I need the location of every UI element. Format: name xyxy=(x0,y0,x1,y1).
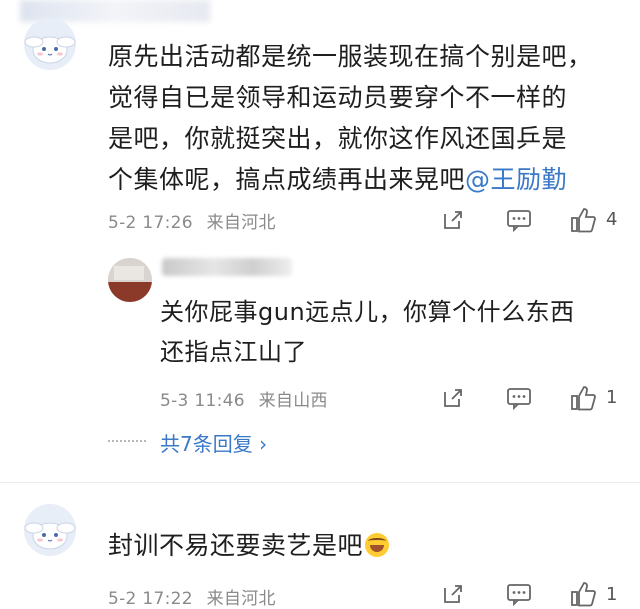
reply-avatar-image xyxy=(108,258,152,302)
reply-text-line: 关你屁事gun远点儿，你算个什么东西 xyxy=(160,298,575,326)
comment-text-line: 原先出活动都是统一服装现在搞个别是吧， xyxy=(108,42,593,71)
share-icon[interactable] xyxy=(441,386,465,410)
blurred-username xyxy=(162,258,292,276)
thumbs-up-icon[interactable] xyxy=(570,206,598,234)
reply-meta: 5-3 11:46 来自山西 xyxy=(160,386,328,411)
comment-date: 5-2 17:22 xyxy=(108,589,193,609)
comment-location: 来自河北 xyxy=(206,589,276,609)
avatar[interactable] xyxy=(24,504,76,556)
thumbs-up-icon[interactable] xyxy=(570,384,598,412)
comment-location: 来自河北 xyxy=(206,213,276,233)
comment-icon[interactable] xyxy=(506,386,532,410)
user-mention-link[interactable]: @王励勤 xyxy=(465,165,567,194)
comment-date: 5-2 17:26 xyxy=(108,213,193,233)
avatar[interactable] xyxy=(108,258,152,302)
more-replies-link[interactable]: 共7条回复 › xyxy=(160,428,267,457)
comment-text-line: 个集体呢，搞点成绩再出来晃吧@王励勤 xyxy=(108,159,593,200)
like-count: 1 xyxy=(606,584,618,605)
comment-meta: 5-2 17:22 来自河北 xyxy=(108,584,276,609)
comment-text-line: 是吧，你就挺突出，就你这作风还国乒是 xyxy=(108,124,568,153)
comment-text: 封训不易还要卖艺是吧 xyxy=(108,525,390,566)
like-count: 4 xyxy=(606,209,618,230)
avatar[interactable] xyxy=(24,18,76,70)
reply-text-line: 还指点江山了 xyxy=(160,338,307,366)
cinnamoroll-avatar-image xyxy=(24,504,76,556)
share-icon[interactable] xyxy=(441,208,465,232)
reply-location: 来自山西 xyxy=(258,391,328,411)
comment-divider xyxy=(0,482,640,483)
comment-text-segment: 封训不易还要卖艺是吧 xyxy=(108,531,364,560)
like-count: 1 xyxy=(606,387,618,408)
comment-icon[interactable] xyxy=(506,208,532,232)
reply-date: 5-3 11:46 xyxy=(160,391,245,411)
thumbs-up-icon[interactable] xyxy=(570,580,598,608)
laughing-crying-emoji-icon xyxy=(365,533,390,557)
comment-text-line: 觉得自已是领导和运动员要穿个不一样的 xyxy=(108,83,568,112)
reply-text: 关你屁事gun远点儿，你算个什么东西 还指点江山了 xyxy=(160,292,575,372)
comment-text-segment: 个集体呢，搞点成绩再出来晃吧 xyxy=(108,165,466,194)
comment-icon[interactable] xyxy=(506,582,532,606)
share-icon[interactable] xyxy=(441,582,465,606)
comment-text: 原先出活动都是统一服装现在搞个别是吧， 觉得自已是领导和运动员要穿个不一样的 是… xyxy=(108,36,593,200)
cinnamoroll-avatar-image xyxy=(24,18,76,70)
comment-meta: 5-2 17:26 来自河北 xyxy=(108,208,276,233)
reply-thread-dots xyxy=(108,440,146,442)
